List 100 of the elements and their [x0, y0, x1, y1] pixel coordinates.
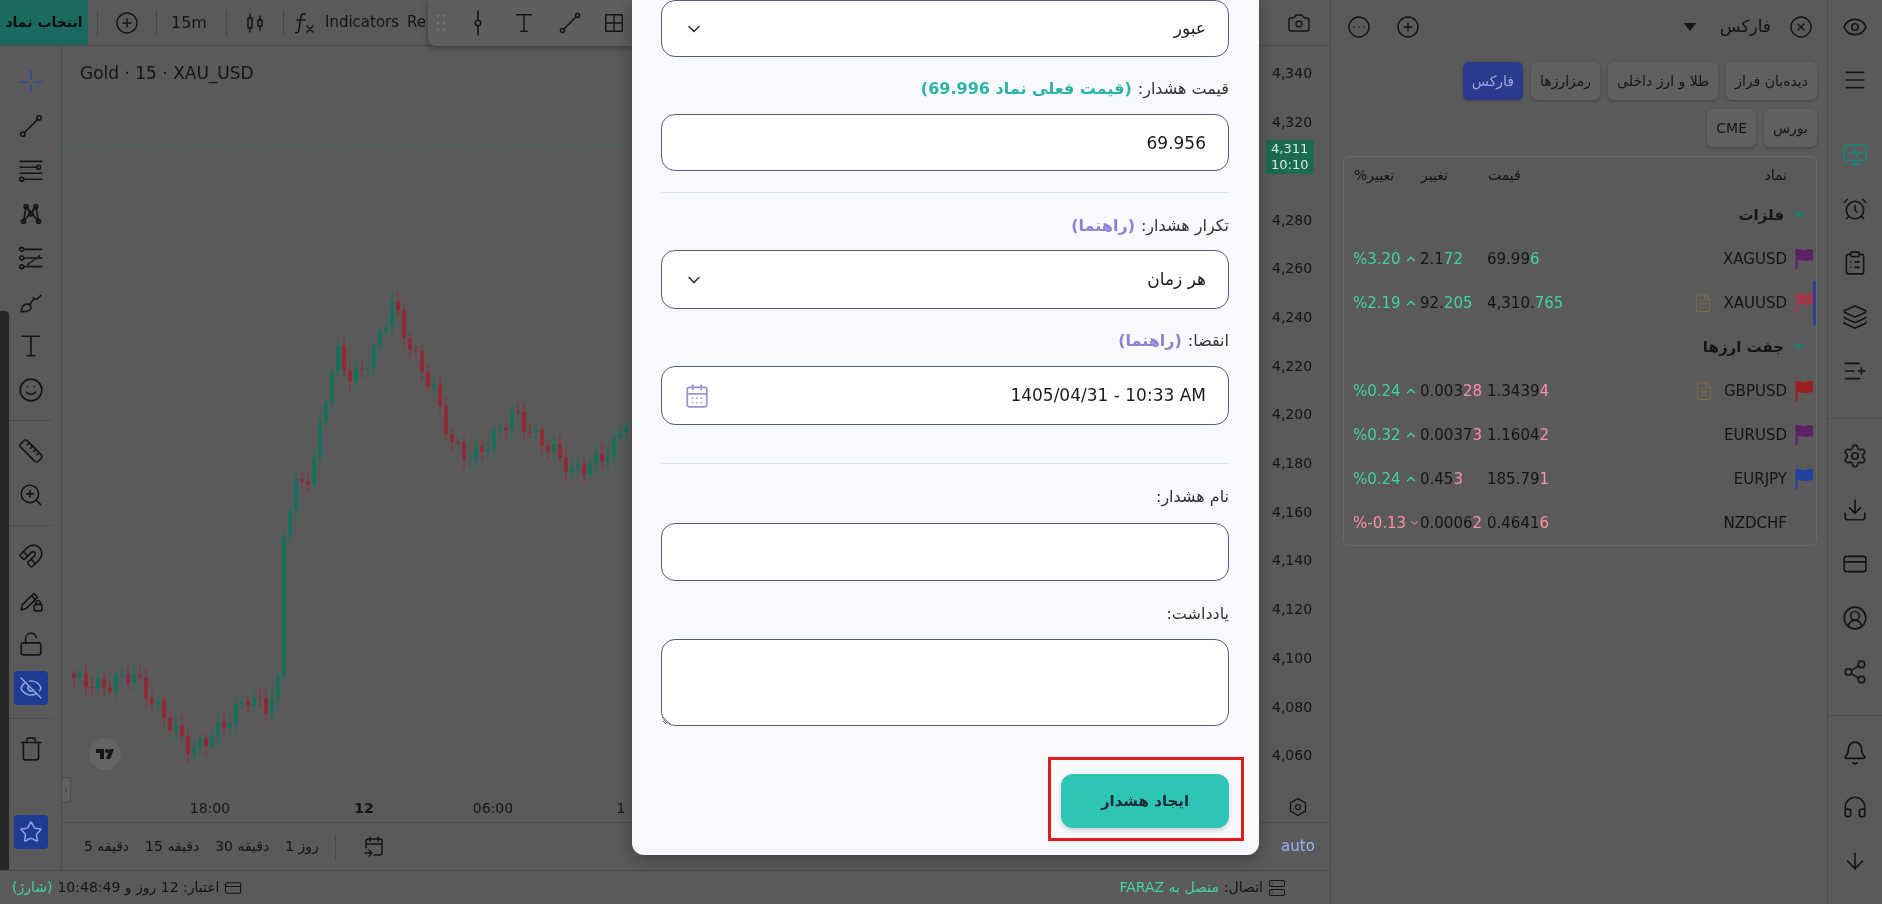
rising-candle [96, 668, 100, 696]
help-link[interactable]: (راهنما) [1071, 214, 1135, 238]
indicators-button[interactable]: Indicators [324, 11, 400, 34]
grid-icon[interactable] [603, 11, 625, 35]
current-price-badge: 4,311 10:10 [1266, 140, 1314, 174]
create-alert-button[interactable]: ایجاد هشدار [1061, 774, 1229, 828]
add-icon[interactable] [115, 10, 139, 35]
line-icon[interactable] [558, 11, 582, 35]
watchlist-row[interactable]: %3.20 2.172 69.996 XAGUSD [1344, 237, 1816, 281]
watchlist-tab[interactable]: فارکس [1462, 62, 1524, 100]
alarm-clock-icon[interactable] [1842, 196, 1868, 222]
headphones-icon[interactable] [1842, 794, 1868, 820]
price-axis-label: 4,080 [1272, 697, 1313, 717]
price-input[interactable]: 69.956 [661, 114, 1229, 171]
timeframe-button[interactable]: 30 دقیقه [215, 836, 270, 857]
repeat-select[interactable]: هر زمان [661, 250, 1229, 309]
bell-icon[interactable] [1842, 740, 1868, 766]
trash-icon[interactable] [17, 736, 44, 762]
price-axis-label: 4,060 [1272, 746, 1313, 766]
falling-candle [438, 374, 442, 415]
price-axis-label: 4,340 [1272, 64, 1313, 84]
price-axis-label: 4,240 [1272, 307, 1313, 327]
rising-candle [174, 715, 178, 741]
settings-icon[interactable] [1842, 443, 1868, 469]
monitor-pulse-icon[interactable] [1842, 142, 1868, 168]
more-icon[interactable] [1347, 15, 1371, 39]
line-icon[interactable] [17, 113, 44, 139]
time-axis-label: 18:00 [189, 799, 231, 818]
unlocked-padlock-icon[interactable] [17, 631, 44, 657]
falling-candle [540, 424, 544, 454]
watchlist-row[interactable]: %2.19 92.205 4,310.765 XAUUSD [1344, 281, 1816, 325]
time-axis-label: 1 [616, 799, 626, 818]
rising-candle [468, 450, 472, 467]
rising-candle [492, 423, 496, 460]
watchlist-tab[interactable]: رمزارزها [1531, 62, 1601, 100]
price-value: 0.46416 [1487, 513, 1550, 532]
add-icon[interactable] [1396, 15, 1420, 39]
watchlist-row[interactable]: %0.24 0.453 185.791 EURJPY [1344, 457, 1816, 501]
caret-down-icon[interactable] [1793, 212, 1804, 218]
select-symbol-button[interactable]: انتخاب نماد [0, 0, 88, 45]
timeframe-button[interactable]: 1 روز [285, 836, 319, 857]
download-icon[interactable] [1842, 497, 1868, 523]
recharge-link[interactable]: (شارژ) [12, 877, 53, 898]
rising-candle [432, 374, 436, 396]
timeframe-button[interactable]: 15 دقیقه [145, 836, 200, 857]
symbol-name: GBPUSD [1724, 380, 1787, 402]
collapse-chevron-icon[interactable] [62, 777, 71, 803]
credit-text: اعتبار: 12 روز و 10:48:49 [57, 878, 220, 898]
server-icon [1268, 878, 1286, 897]
hexagon-settings-icon[interactable] [1288, 797, 1308, 817]
rising-candle [78, 666, 82, 684]
price-axis-label: 4,160 [1272, 502, 1313, 522]
text-icon[interactable] [513, 11, 535, 35]
rising-candle [366, 362, 370, 378]
note-textarea[interactable] [661, 639, 1229, 726]
rising-candle [336, 338, 340, 381]
watchlist-tab[interactable]: بورس [1764, 109, 1817, 147]
watchlist-row[interactable]: %-0.13 0.00062 0.46416 NZDCHF [1344, 501, 1816, 545]
layers-icon[interactable] [1842, 304, 1868, 330]
share-icon[interactable] [1842, 659, 1868, 685]
watchlist-dropdown[interactable]: فارکس [1683, 14, 1771, 40]
watchlist-row[interactable]: %0.32 0.00373 1.16042 EURUSD [1344, 413, 1816, 457]
ruler-icon[interactable] [17, 438, 44, 464]
price-axis-label: 4,200 [1272, 405, 1313, 425]
calendar-arrow-icon[interactable] [361, 834, 386, 859]
levels-icon[interactable] [17, 245, 44, 271]
rising-candle [216, 712, 220, 748]
magnet-icon[interactable] [17, 543, 44, 569]
close-icon[interactable] [1789, 15, 1813, 39]
caret-down-icon[interactable] [1793, 344, 1804, 350]
expiry-date-field[interactable]: 1405/04/31 - 10:33 AM [661, 366, 1229, 425]
rising-candle [120, 667, 124, 684]
falling-candle [402, 302, 406, 347]
auto-scale-button[interactable]: auto [1266, 835, 1330, 858]
falling-candle [408, 331, 412, 360]
rising-candle [594, 445, 598, 475]
watchlist-tab[interactable]: دیده‌بان فراز [1726, 62, 1817, 100]
help-link[interactable]: (راهنما) [1118, 329, 1182, 353]
falling-candle [342, 336, 346, 377]
timeframe-button[interactable]: 5 دقیقه [84, 836, 130, 857]
condition-select[interactable]: عبور [661, 0, 1229, 57]
rising-candle [312, 447, 316, 490]
alert-name-input[interactable] [661, 523, 1229, 581]
percent-change: %0.24 [1353, 468, 1401, 490]
column-header: تغییر [1421, 166, 1448, 183]
price-value: 185.791 [1487, 469, 1550, 488]
rising-candle [498, 423, 502, 437]
user-icon[interactable] [1842, 605, 1868, 631]
watchlist-tab[interactable]: CME [1707, 109, 1756, 147]
toolbar-item[interactable]: Re [407, 11, 427, 34]
watchlist-tab[interactable]: طلا و ارز داخلی [1608, 62, 1719, 100]
interval-button[interactable]: 15m [171, 10, 207, 35]
column-header: قیمت [1488, 166, 1521, 183]
function-icon[interactable] [294, 10, 315, 35]
symbol-name: EURUSD [1724, 424, 1787, 446]
smiley-icon[interactable] [17, 377, 44, 403]
falling-candle [600, 443, 604, 468]
watchlist-row[interactable]: %0.24 0.00328 1.34394 GBPUSD [1344, 369, 1816, 413]
eye-off-icon[interactable] [13, 671, 48, 705]
alert-name-label: نام هشدار: [1155, 486, 1229, 509]
